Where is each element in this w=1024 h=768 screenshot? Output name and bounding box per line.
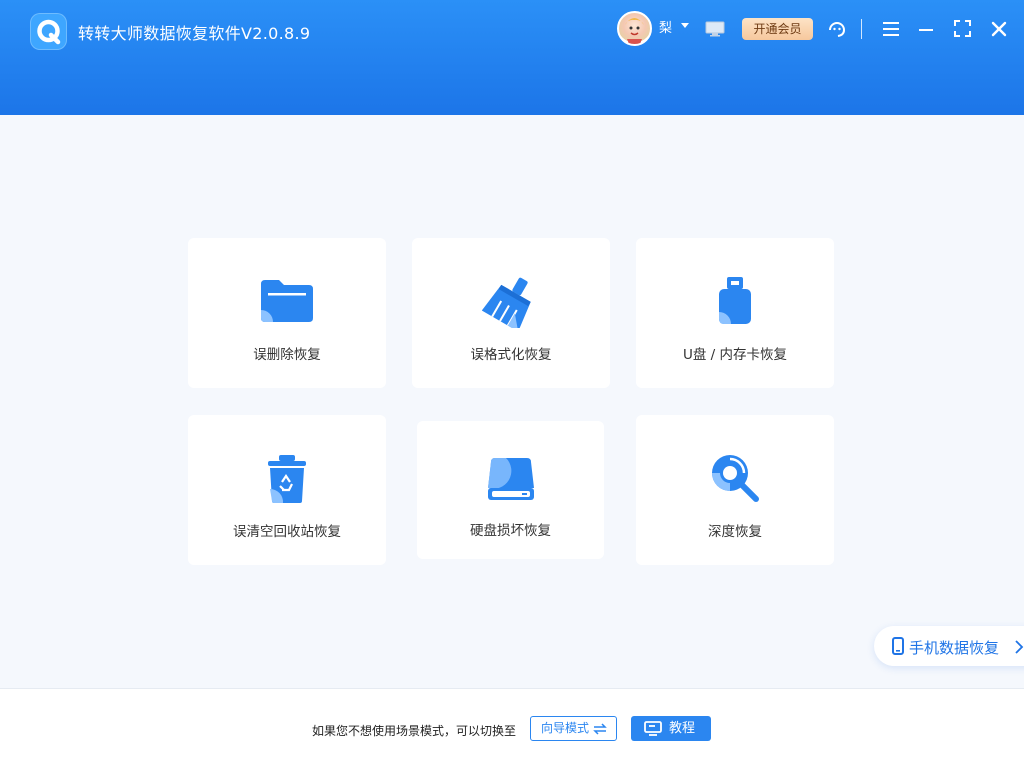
- chevron-right-icon: [1014, 639, 1024, 658]
- customer-service-icon[interactable]: [827, 19, 847, 39]
- user-dropdown-caret-icon[interactable]: [681, 23, 689, 28]
- footer-bar: 如果您不想使用场景模式，可以切换至 向导模式 教程: [0, 688, 1024, 768]
- card-label: 硬盘损坏恢复: [470, 523, 551, 539]
- usb-drive-icon: [715, 276, 755, 330]
- card-label: 误清空回收站恢复: [233, 524, 341, 540]
- username[interactable]: 梨: [659, 17, 672, 36]
- maximize-icon[interactable]: [954, 20, 971, 37]
- app-logo-icon: [30, 13, 67, 50]
- phone-recovery-button[interactable]: 手机数据恢复: [874, 626, 1024, 666]
- card-label: U盘 / 内存卡恢复: [682, 347, 787, 363]
- switch-arrows-icon: [593, 723, 607, 735]
- title-bar: 转转大师数据恢复软件V2.0.8.9 梨 开通会员: [0, 0, 1024, 115]
- card-format-recovery[interactable]: 误格式化恢复: [412, 238, 610, 388]
- phone-icon: [892, 637, 904, 659]
- card-label: 误格式化恢复: [470, 347, 552, 363]
- app-title: 转转大师数据恢复软件V2.0.8.9: [78, 24, 311, 43]
- tutorial-monitor-icon: [644, 721, 662, 736]
- header-divider: [861, 19, 862, 39]
- tutorial-label: 教程: [669, 721, 696, 736]
- folder-icon: [259, 278, 315, 328]
- card-deep-recovery[interactable]: 深度恢复: [636, 415, 834, 565]
- tutorial-button[interactable]: 教程: [631, 716, 711, 741]
- deep-scan-icon: [710, 453, 760, 507]
- card-label: 误删除恢复: [253, 347, 321, 363]
- vip-button[interactable]: 开通会员: [742, 18, 813, 40]
- mode-switch-hint: 如果您不想使用场景模式，可以切换至: [312, 724, 517, 738]
- card-deleted-recovery[interactable]: 误删除恢复: [188, 238, 386, 388]
- card-usb-recovery[interactable]: U盘 / 内存卡恢复: [636, 238, 834, 388]
- hard-disk-icon: [486, 456, 536, 506]
- minimize-icon[interactable]: [918, 20, 934, 36]
- broom-icon: [481, 276, 540, 332]
- recycle-bin-icon: [265, 453, 309, 509]
- card-label: 深度恢复: [708, 524, 762, 540]
- monitor-icon[interactable]: [705, 21, 725, 37]
- user-avatar[interactable]: [617, 11, 652, 46]
- phone-recovery-label: 手机数据恢复: [909, 639, 1000, 657]
- menu-icon[interactable]: [882, 21, 900, 37]
- card-recycle-bin-recovery[interactable]: 误清空回收站恢复: [188, 415, 386, 565]
- card-hard-disk-recovery[interactable]: 硬盘损坏恢复: [417, 421, 604, 559]
- guide-mode-label: 向导模式: [541, 721, 590, 735]
- close-icon[interactable]: [991, 21, 1007, 37]
- guide-mode-button[interactable]: 向导模式: [530, 716, 617, 741]
